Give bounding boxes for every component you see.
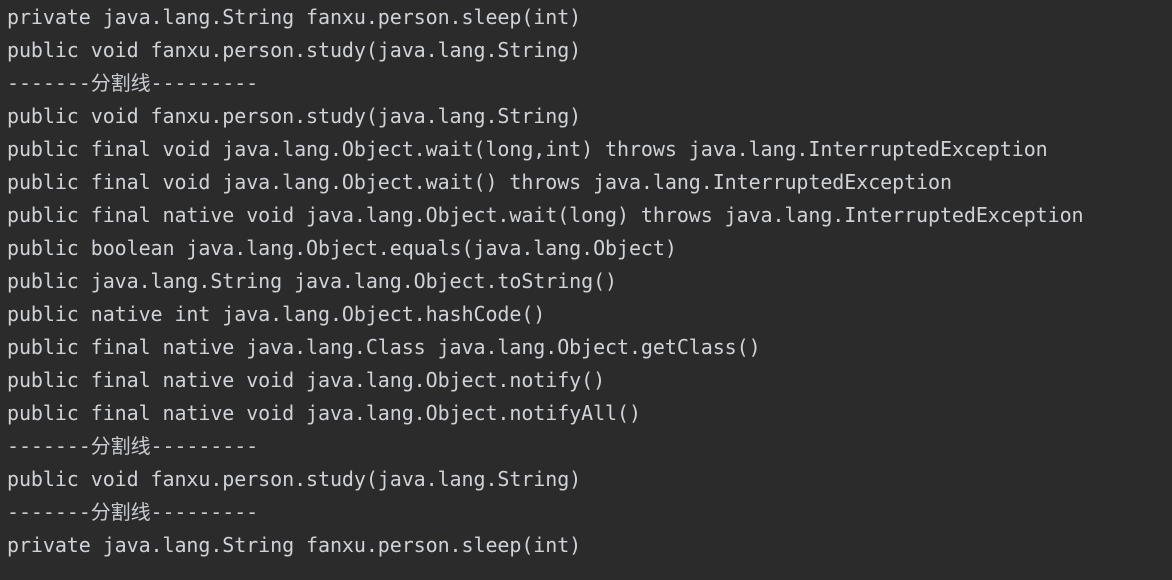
console-line: public final native void java.lang.Objec… <box>7 203 1084 227</box>
console-line: public final void java.lang.Object.wait(… <box>7 137 1048 161</box>
separator-line: -------分割线--------- <box>7 434 259 458</box>
separator-line: -------分割线--------- <box>7 71 259 95</box>
console-line: public final native java.lang.Class java… <box>7 335 761 359</box>
console-line: public void fanxu.person.study(java.lang… <box>7 38 582 62</box>
console-line: public final native void java.lang.Objec… <box>7 368 606 392</box>
console-line: public native int java.lang.Object.hashC… <box>7 302 546 326</box>
console-line: public final native void java.lang.Objec… <box>7 401 641 425</box>
console-line: public void fanxu.person.study(java.lang… <box>7 104 582 128</box>
console-line: private java.lang.String fanxu.person.sl… <box>7 5 582 29</box>
console-line: public void fanxu.person.study(java.lang… <box>7 467 582 491</box>
console-line: public boolean java.lang.Object.equals(j… <box>7 236 677 260</box>
console-line: public java.lang.String java.lang.Object… <box>7 269 618 293</box>
console-line: public final void java.lang.Object.wait(… <box>7 170 952 194</box>
console-line: private java.lang.String fanxu.person.sl… <box>7 533 582 557</box>
console-output[interactable]: private java.lang.String fanxu.person.sl… <box>7 0 1172 564</box>
separator-line: -------分割线--------- <box>7 500 259 524</box>
